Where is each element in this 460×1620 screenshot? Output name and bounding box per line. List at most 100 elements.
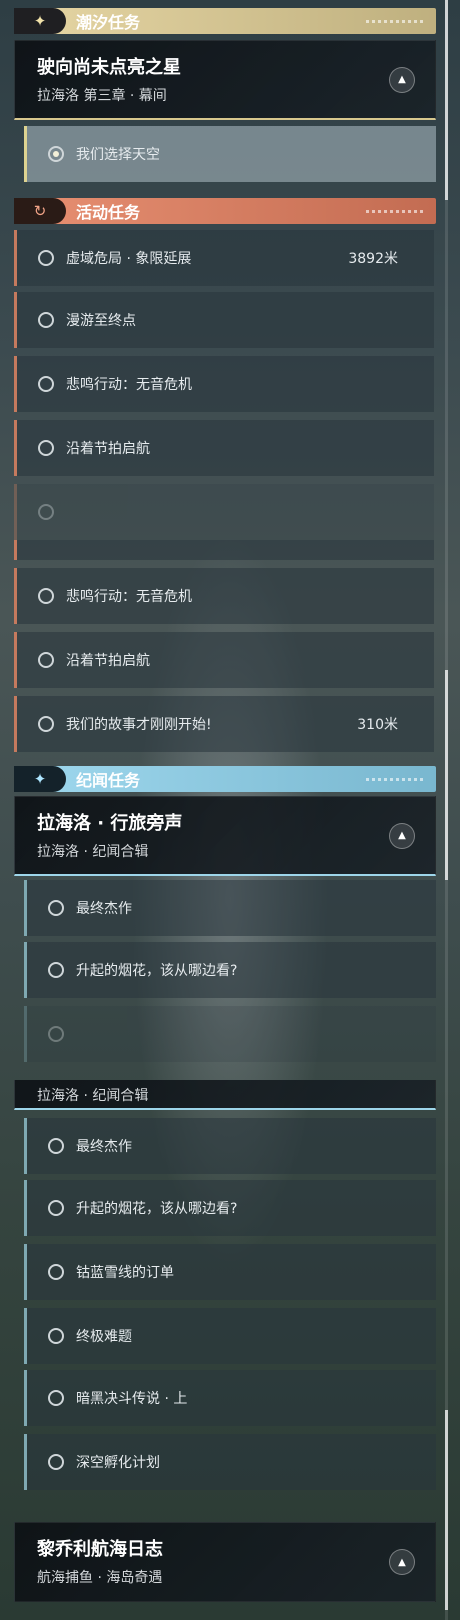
scrollbar[interactable] — [445, 1410, 448, 1610]
radio-icon[interactable] — [38, 652, 54, 668]
row-accent-bar — [24, 1308, 27, 1364]
quest-row[interactable]: 终极难题 — [24, 1308, 436, 1364]
quest-name: 最终杰作 — [76, 901, 132, 917]
quest-card-subtitle: 拉海洛 · 纪闻合辑 — [37, 1088, 149, 1104]
row-accent-bar — [24, 1370, 27, 1426]
radio-icon[interactable] — [48, 900, 64, 916]
row-accent-bar — [14, 540, 17, 560]
quest-row[interactable]: 升起的烟花，该从哪边看? — [24, 942, 436, 998]
radio-selected-icon[interactable] — [48, 146, 64, 162]
quest-distance: 3892米 — [348, 251, 398, 267]
quest-row[interactable]: 升起的烟花，该从哪边看? — [24, 1180, 436, 1236]
sparkle-icon: ✦ — [14, 766, 66, 792]
row-accent-bar — [24, 1244, 27, 1300]
radio-icon[interactable] — [48, 1264, 64, 1280]
refresh-quest-icon: ↻ — [14, 198, 66, 224]
row-accent-bar — [14, 632, 17, 688]
quest-list-view-1: ✦ 潮汐任务 驶向尚未点亮之星 拉海洛 第三章 · 幕间 ▲ 我们选择天空 ↻ … — [0, 0, 460, 540]
quest-name: 沿着节拍启航 — [66, 653, 150, 669]
radio-icon[interactable] — [38, 250, 54, 266]
radio-icon[interactable] — [38, 440, 54, 456]
radio-icon[interactable] — [48, 1390, 64, 1406]
quest-card-title: 黎乔利航海日志 — [37, 1539, 163, 1560]
quest-list-view-3: 拉海洛 · 纪闻合辑 最终杰作 升起的烟花，该从哪边看? 钴蓝雪线的订单 终极难… — [0, 1080, 460, 1620]
quest-row[interactable]: 漫游至终点 — [14, 540, 434, 560]
quest-name: 钴蓝雪线的订单 — [76, 1265, 174, 1281]
row-accent-bar — [14, 356, 17, 412]
quest-row[interactable]: 悲鸣行动：无音危机 — [14, 356, 434, 412]
row-accent-bar — [14, 696, 17, 752]
quest-row[interactable]: 最终杰作 — [24, 880, 436, 936]
quest-name: 我们选择天空 — [76, 147, 160, 163]
radio-icon[interactable] — [48, 1026, 64, 1042]
collapse-icon[interactable]: ▲ — [389, 66, 415, 93]
scrollbar[interactable] — [445, 0, 448, 200]
quest-card-story[interactable]: 拉海洛 · 纪闻合辑 — [14, 1080, 436, 1110]
quest-name: 悲鸣行动：无音危机 — [66, 589, 192, 605]
radio-icon[interactable] — [48, 1200, 64, 1216]
header-decoration — [366, 777, 426, 781]
quest-name: 暗黑决斗传说 · 上 — [76, 1391, 188, 1407]
radio-icon[interactable] — [48, 1328, 64, 1344]
story-section-header[interactable]: ✦ 纪闻任务 — [14, 766, 436, 792]
row-accent-bar — [14, 292, 17, 348]
radio-icon[interactable] — [48, 962, 64, 978]
row-accent-bar — [14, 568, 17, 624]
quest-card-subtitle: 航海捕鱼 · 海岛奇遇 — [37, 1570, 163, 1586]
header-decoration — [366, 209, 426, 213]
quest-card-story[interactable]: 拉海洛 · 行旅旁声 拉海洛 · 纪闻合辑 ▲ — [14, 796, 436, 876]
radio-icon[interactable] — [38, 312, 54, 328]
row-accent-bar — [14, 230, 17, 286]
radio-icon[interactable] — [38, 588, 54, 604]
quest-name: 升起的烟花，该从哪边看? — [76, 963, 238, 979]
quest-row[interactable] — [24, 1006, 436, 1062]
sparkle-icon: ✦ — [14, 8, 66, 34]
row-accent-bar — [24, 1118, 27, 1174]
quest-row[interactable]: 悲鸣行动：无音危机 — [14, 568, 434, 624]
row-accent-bar — [24, 1006, 27, 1062]
quest-row[interactable]: 深空孵化计划 — [24, 1434, 436, 1490]
quest-row[interactable]: 最终杰作 — [24, 1118, 436, 1174]
quest-card-subtitle: 拉海洛 · 纪闻合辑 — [37, 844, 149, 860]
row-accent-bar — [24, 1434, 27, 1490]
row-accent-bar — [24, 942, 27, 998]
quest-row[interactable]: 漫游至终点 — [14, 292, 434, 348]
quest-row[interactable]: 暗黑决斗传说 · 上 — [24, 1370, 436, 1426]
collapse-icon[interactable]: ▲ — [389, 822, 415, 849]
quest-name: 漫游至终点 — [66, 540, 136, 542]
quest-name: 深空孵化计划 — [76, 1455, 160, 1471]
radio-icon[interactable] — [38, 504, 54, 520]
radio-icon[interactable] — [48, 1454, 64, 1470]
quest-distance: 310米 — [357, 717, 398, 733]
quest-card-tide[interactable]: 驶向尚未点亮之星 拉海洛 第三章 · 幕间 ▲ — [14, 40, 436, 120]
quest-list-view-2: 漫游至终点 悲鸣行动：无音危机 沿着节拍启航 我们的故事才刚刚开始! 310米 … — [0, 540, 460, 1080]
quest-card-log[interactable]: 黎乔利航海日志 航海捕鱼 · 海岛奇遇 ▲ — [14, 1522, 436, 1602]
quest-row[interactable] — [14, 484, 434, 540]
row-accent-bar — [24, 1180, 27, 1236]
quest-name: 终极难题 — [76, 1329, 132, 1345]
quest-row[interactable]: 虚域危局 · 象限延展 3892米 — [14, 230, 434, 286]
scrollbar[interactable] — [445, 670, 448, 880]
quest-row[interactable]: 钴蓝雪线的订单 — [24, 1244, 436, 1300]
quest-row[interactable]: 沿着节拍启航 — [14, 632, 434, 688]
quest-row[interactable]: 我们的故事才刚刚开始! 310米 — [14, 696, 434, 752]
radio-icon[interactable] — [38, 376, 54, 392]
section-title: 潮汐任务 — [76, 13, 141, 32]
header-decoration — [366, 19, 426, 23]
quest-row-selected[interactable]: 我们选择天空 — [24, 126, 436, 182]
section-title: 纪闻任务 — [76, 771, 141, 790]
section-title: 活动任务 — [76, 203, 141, 222]
event-section-header[interactable]: ↻ 活动任务 — [14, 198, 436, 224]
radio-icon[interactable] — [38, 716, 54, 732]
row-accent-bar — [14, 484, 17, 540]
collapse-icon[interactable]: ▲ — [389, 1549, 415, 1575]
quest-card-title: 拉海洛 · 行旅旁声 — [37, 813, 183, 834]
quest-row[interactable]: 沿着节拍启航 — [14, 420, 434, 476]
quest-name: 最终杰作 — [76, 1139, 132, 1155]
row-accent-bar — [24, 126, 27, 182]
quest-name: 升起的烟花，该从哪边看? — [76, 1201, 238, 1217]
tide-section-header[interactable]: ✦ 潮汐任务 — [14, 8, 436, 34]
row-accent-bar — [24, 880, 27, 936]
radio-icon[interactable] — [48, 1138, 64, 1154]
quest-card-subtitle: 拉海洛 第三章 · 幕间 — [37, 88, 167, 104]
